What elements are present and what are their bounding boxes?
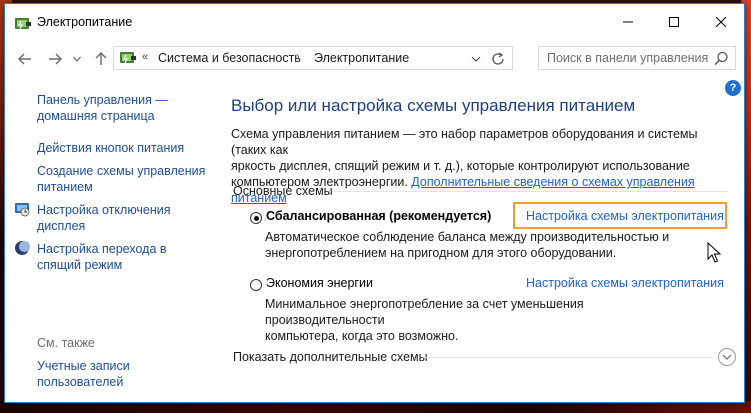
user-accounts-link[interactable]: Учетные записи [37, 358, 130, 374]
chevron-down-icon [722, 354, 732, 360]
balanced-plan-radio[interactable] [250, 212, 262, 224]
title-bar[interactable]: Электропитание [5, 4, 744, 40]
close-icon [716, 17, 726, 27]
plan-description-line: Минимальное энергопотребление за счет ум… [265, 297, 584, 327]
description-line: Схема управления питанием — это набор па… [231, 127, 698, 157]
breadcrumb-power-options[interactable]: Электропитание [314, 51, 409, 65]
sleep-moon-icon [15, 241, 30, 255]
expand-additional-plans-button[interactable] [718, 348, 736, 366]
left-pane: Панель управления — домашняя страница Де… [5, 78, 215, 402]
create-power-plan-link[interactable]: Создание схемы управления [37, 163, 205, 179]
help-icon[interactable]: ? [725, 80, 741, 96]
minimize-icon [623, 21, 633, 23]
chevron-down-icon [73, 56, 81, 62]
chevron-down-icon[interactable] [470, 54, 482, 64]
display-settings-icon [15, 203, 30, 217]
close-button[interactable] [698, 4, 744, 40]
power-saver-plan-name[interactable]: Экономия энергии [266, 276, 373, 290]
page-title: Выбор или настройка схемы управления пит… [231, 96, 636, 115]
recent-pages-button[interactable] [71, 49, 83, 69]
breadcrumb-overflow[interactable]: « [142, 51, 148, 63]
balanced-plan-settings-link[interactable]: Настройка схемы электропитания [526, 209, 724, 223]
arrow-up-icon [95, 52, 107, 65]
preferred-plans-label: Основные схемы [233, 184, 333, 198]
display-off-settings-link[interactable]: дисплея [37, 218, 85, 234]
power-buttons-link[interactable]: Действия кнопок питания [37, 140, 184, 156]
power-options-window: Электропитание « Система и безопасность … [4, 3, 745, 403]
back-button[interactable] [15, 49, 35, 69]
mouse-cursor-icon [707, 242, 721, 263]
search-box[interactable]: Поиск в панели управления [538, 46, 736, 70]
control-panel-home-link[interactable]: домашняя страница [37, 108, 155, 124]
maximize-button[interactable] [651, 4, 697, 40]
arrow-left-icon [18, 53, 31, 65]
arrow-right-icon [49, 53, 62, 65]
description-line: яркость дисплея, спящий режим и т. д.), … [231, 159, 690, 173]
power-options-icon [120, 52, 136, 64]
plan-description-line: энергопотреблением на пригодном для этог… [265, 246, 617, 260]
group-divider [333, 191, 728, 192]
balanced-plan-name[interactable]: Сбалансированная (рекомендуется) [266, 209, 491, 223]
balanced-plan-description: Автоматическое соблюдение баланса между … [265, 229, 685, 261]
plan-description-line: Автоматическое соблюдение баланса между … [265, 230, 670, 244]
sleep-settings-link[interactable]: Настройка перехода в [37, 241, 167, 257]
power-saver-plan-settings-link[interactable]: Настройка схемы электропитания [526, 276, 724, 290]
control-panel-home-link[interactable]: Панель управления — [37, 92, 168, 108]
show-additional-plans-label[interactable]: Показать дополнительные схемы [233, 350, 428, 364]
breadcrumb-separator[interactable]: › [296, 51, 300, 63]
address-bar[interactable]: « Система и безопасность › Электропитани… [113, 46, 513, 70]
power-saver-plan-description: Минимальное энергопотребление за счет ум… [265, 296, 685, 344]
search-input[interactable]: Поиск в панели управления [547, 51, 708, 65]
see-also-heading: См. также [37, 336, 95, 350]
additional-plans-divider [423, 357, 713, 358]
main-content: ? Выбор или настройка схемы управления п… [215, 78, 744, 402]
up-button[interactable] [91, 49, 111, 69]
power-saver-plan-radio[interactable] [250, 279, 262, 291]
display-off-settings-link[interactable]: Настройка отключения [37, 202, 171, 218]
create-power-plan-link[interactable]: питанием [37, 179, 93, 195]
navigation-bar: « Система и безопасность › Электропитани… [5, 40, 744, 78]
minimize-button[interactable] [605, 4, 651, 40]
forward-button[interactable] [45, 49, 65, 69]
user-accounts-link[interactable]: пользователей [37, 374, 123, 390]
window-title: Электропитание [37, 15, 133, 29]
power-options-icon [15, 18, 31, 30]
maximize-icon [669, 17, 679, 27]
refresh-icon[interactable] [490, 51, 506, 67]
sleep-settings-link[interactable]: спящий режим [37, 257, 122, 273]
plan-description-line: компьютера, когда это возможно. [265, 329, 459, 343]
breadcrumb-system-security[interactable]: Система и безопасность [158, 51, 301, 65]
search-icon [714, 51, 728, 66]
